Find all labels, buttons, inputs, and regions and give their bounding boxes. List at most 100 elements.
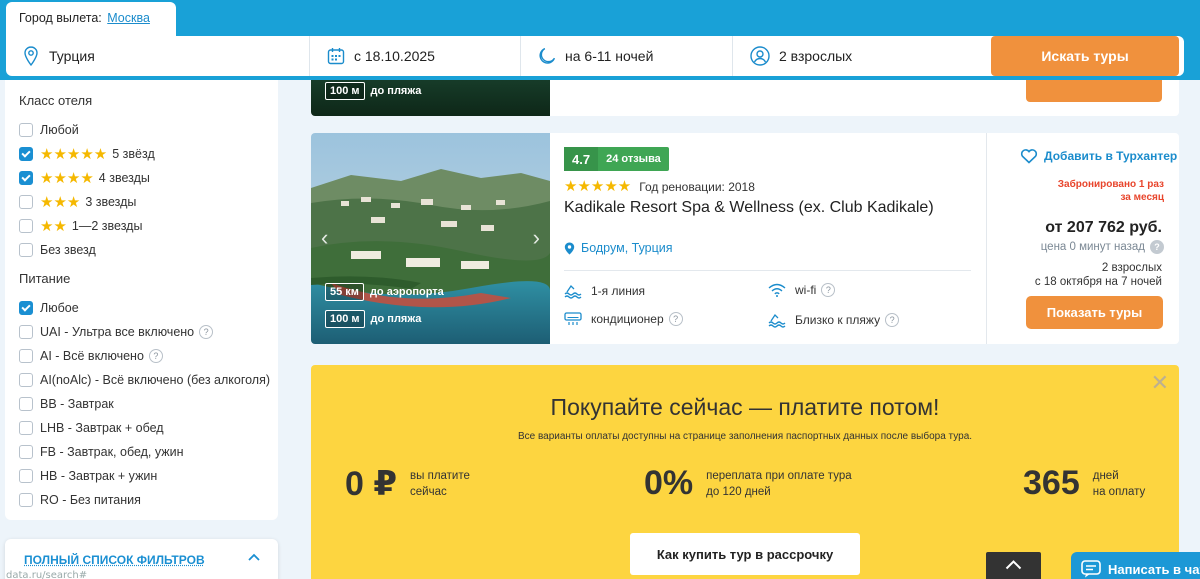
nights-field[interactable]: на 6-11 ночей bbox=[521, 36, 733, 76]
checkbox[interactable] bbox=[19, 421, 33, 435]
add-to-favorites-button[interactable]: Добавить в Турхантер bbox=[1020, 148, 1177, 164]
promo-stat-line: дней bbox=[1092, 469, 1119, 482]
show-tours-button[interactable]: Показать туры bbox=[1026, 296, 1163, 329]
close-icon[interactable]: ✕ bbox=[1151, 370, 1169, 396]
checkbox[interactable] bbox=[19, 243, 33, 257]
date-field[interactable]: с 18.10.2025 bbox=[310, 36, 521, 76]
beach-waves-icon bbox=[768, 313, 786, 328]
hotel-info: 4.7 24 отзыва ★★★★★ Год реновации: 2018 … bbox=[564, 133, 987, 344]
hotel-class-option[interactable]: Любой bbox=[19, 118, 278, 142]
checkbox[interactable] bbox=[19, 373, 33, 387]
meal-label: Любое bbox=[40, 301, 79, 315]
rating-badge[interactable]: 4.7 24 отзыва bbox=[564, 147, 669, 171]
help-icon[interactable]: ? bbox=[1150, 240, 1164, 254]
destination-field[interactable]: Турция bbox=[6, 36, 310, 76]
hotel-card: ‹ › 55 км до аэропорта 100 м до пляжа 4.… bbox=[311, 133, 1179, 344]
hotel-class-option[interactable]: Без звезд bbox=[19, 238, 278, 262]
star-rating-icon: ★★★★★ bbox=[40, 145, 108, 163]
meal-option[interactable]: AI(noAlc) - Всё включено (без алкоголя) bbox=[19, 368, 278, 392]
checkbox[interactable] bbox=[19, 349, 33, 363]
promo-stat-line: на оплату bbox=[1092, 485, 1146, 498]
departure-city-tab[interactable]: Город вылета: Москва bbox=[6, 2, 176, 36]
rating-score: 4.7 bbox=[564, 147, 599, 171]
hotel-class-option[interactable]: ★★★ 3 звезды bbox=[19, 190, 278, 214]
promo-stat-value: 0% bbox=[644, 464, 694, 502]
meal-label: BB - Завтрак bbox=[40, 397, 114, 411]
amenity-near-beach: Близко к пляжу ? bbox=[768, 312, 900, 328]
meal-option[interactable]: FB - Завтрак, обед, ужин bbox=[19, 440, 278, 464]
photo-prev-arrow-icon[interactable]: ‹ bbox=[321, 225, 328, 251]
help-icon[interactable]: ? bbox=[199, 325, 214, 339]
checkbox[interactable] bbox=[19, 445, 33, 459]
scroll-to-top-button[interactable] bbox=[986, 552, 1041, 579]
checkbox[interactable] bbox=[19, 469, 33, 483]
how-to-buy-button[interactable]: Как купить тур в рассрочку bbox=[630, 533, 860, 575]
airport-distance-label: до аэропорта bbox=[369, 286, 444, 298]
star-rating-icon: ★★★ bbox=[40, 193, 81, 211]
meal-label: AI(noAlc) - Всё включено (без алкоголя) bbox=[40, 373, 271, 387]
hotel-photo[interactable]: ‹ › 55 км до аэропорта 100 м до пляжа bbox=[311, 133, 550, 344]
hotel-class-label: 1—2 звезды bbox=[71, 219, 143, 233]
meal-label: UAI - Ультра все включено bbox=[40, 325, 195, 339]
hotel-location[interactable]: Бодрум, Турция bbox=[564, 241, 673, 255]
meal-option[interactable]: Любое bbox=[19, 296, 278, 320]
tourists-field[interactable]: 2 взрослых bbox=[733, 36, 990, 76]
hotel-name-link[interactable]: Kadikale Resort Spa & Wellness (ex. Club… bbox=[564, 199, 934, 217]
full-filters-label: ПОЛНЫЙ СПИСОК ФИЛЬТРОВ bbox=[24, 553, 205, 567]
amenity-wifi-label: wi-fi bbox=[795, 283, 817, 297]
meal-option[interactable]: HB - Завтрак + ужин bbox=[19, 464, 278, 488]
reviews-count: 24 отзыва bbox=[606, 153, 661, 165]
checkbox[interactable] bbox=[19, 147, 33, 161]
beach-distance-badge: 100 м до пляжа bbox=[325, 310, 421, 328]
destination-value: Турция bbox=[49, 48, 95, 64]
promo-stat-overpay: 0% переплата при оплате тура до 120 дней bbox=[644, 464, 852, 503]
hotel-class-option[interactable]: ★★★★ 4 звезды bbox=[19, 166, 278, 190]
date-value: с 18.10.2025 bbox=[354, 48, 435, 64]
meal-option[interactable]: BB - Завтрак bbox=[19, 392, 278, 416]
checkbox[interactable] bbox=[19, 301, 33, 315]
departure-city-link[interactable]: Москва bbox=[107, 11, 150, 25]
help-icon[interactable]: ? bbox=[148, 349, 163, 363]
search-form: Турция с 18.10.2025 на 6-11 ночей 2 взро… bbox=[6, 36, 1184, 76]
airport-distance-badge: 55 км до аэропорта bbox=[325, 283, 444, 301]
price: от 207 762 руб. bbox=[1045, 219, 1162, 236]
hotel-class-option[interactable]: ★★ 1—2 звезды bbox=[19, 214, 278, 238]
checkbox[interactable] bbox=[19, 325, 33, 339]
renovation-year: Год реновации: 2018 bbox=[639, 179, 755, 194]
tourists-value: 2 взрослых bbox=[779, 48, 853, 64]
hotel-class-option[interactable]: ★★★★★ 5 звёзд bbox=[19, 142, 278, 166]
hotel-class-label: 4 звезды bbox=[98, 171, 150, 185]
meal-option[interactable]: UAI - Ультра все включено? bbox=[19, 320, 278, 344]
location-pin-icon bbox=[24, 46, 38, 66]
checkbox[interactable] bbox=[19, 493, 33, 507]
amenity-ac: кондиционер ? bbox=[564, 312, 683, 326]
person-icon bbox=[750, 46, 770, 66]
hotel-class-label: 5 звёзд bbox=[112, 147, 155, 161]
meal-option[interactable]: RO - Без питания bbox=[19, 488, 278, 512]
meal-option[interactable]: AI - Всё включено? bbox=[19, 344, 278, 368]
price-panel: Добавить в Турхантер Забронировано 1 раз… bbox=[986, 133, 1179, 344]
meals-list: Любое UAI - Ультра все включено? AI - Всё … bbox=[19, 296, 278, 512]
airport-distance-value: 55 км bbox=[325, 283, 364, 301]
amenity-ac-label: кондиционер bbox=[591, 312, 664, 326]
installment-promo-banner: ✕ Покупайте сейчас — платите потом! Все … bbox=[311, 365, 1179, 579]
location-pin-icon bbox=[564, 242, 575, 254]
help-icon[interactable]: ? bbox=[821, 283, 836, 297]
checkbox[interactable] bbox=[19, 123, 33, 137]
status-url: data.ru/search# bbox=[6, 570, 88, 579]
meal-option[interactable]: LHB - Завтрак + обед bbox=[19, 416, 278, 440]
amenity-first-line-label: 1-я линия bbox=[591, 284, 646, 298]
help-icon[interactable]: ? bbox=[885, 313, 900, 327]
checkbox[interactable] bbox=[19, 171, 33, 185]
beach-distance-label: до пляжа bbox=[370, 85, 422, 97]
help-icon[interactable]: ? bbox=[668, 312, 683, 326]
chat-button[interactable]: Написать в чат bbox=[1071, 552, 1200, 579]
hotel-class-label: Без звезд bbox=[40, 243, 96, 257]
photo-next-arrow-icon[interactable]: › bbox=[533, 225, 540, 251]
heart-icon bbox=[1020, 149, 1038, 164]
checkbox[interactable] bbox=[19, 219, 33, 233]
checkbox[interactable] bbox=[19, 397, 33, 411]
trip-dates: с 18 октября на 7 ночей bbox=[1034, 276, 1162, 288]
checkbox[interactable] bbox=[19, 195, 33, 209]
search-tours-button[interactable]: Искать туры bbox=[991, 36, 1179, 76]
